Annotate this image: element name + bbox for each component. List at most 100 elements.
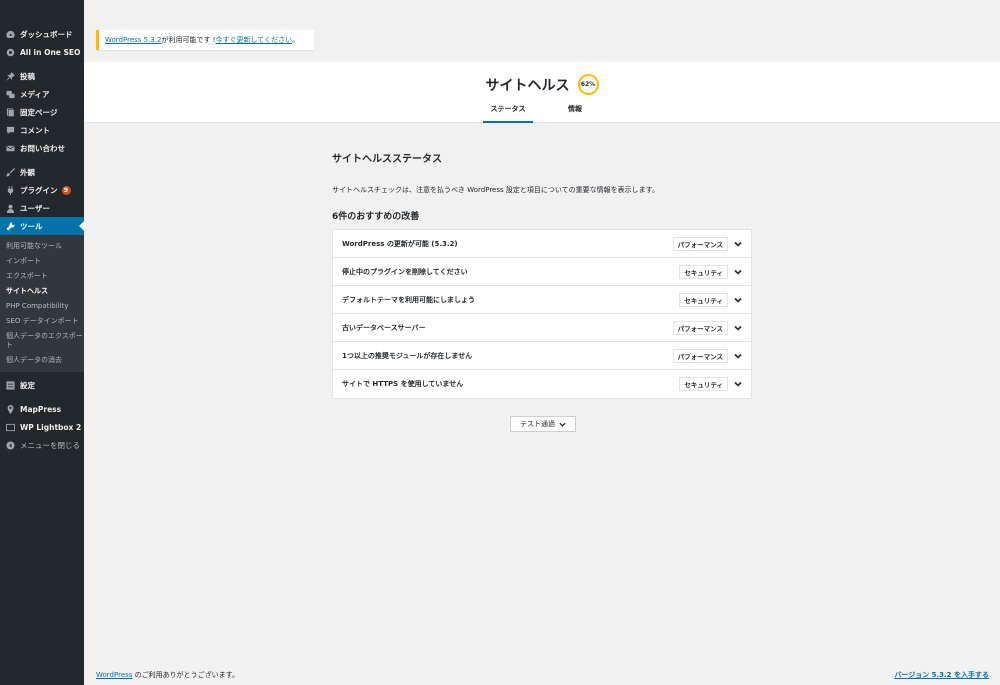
- chevron-down-icon[interactable]: [734, 352, 742, 360]
- menu-posts-label: 投稿: [20, 71, 35, 81]
- issue-category-badge: セキュリティ: [679, 377, 728, 391]
- issue-category-badge: パフォーマンス: [672, 320, 728, 335]
- brush-icon: [5, 167, 15, 177]
- map-pin-icon: [5, 404, 15, 414]
- submenu-export-personal-data[interactable]: 個人データのエクスポート: [0, 329, 84, 353]
- menu-users[interactable]: ユーザー: [0, 199, 84, 217]
- chevron-down-icon: [559, 422, 566, 427]
- menu-appearance[interactable]: 外観: [0, 163, 84, 181]
- footer-get-version-link[interactable]: バージョン 5.3.2 を入手する: [894, 671, 989, 679]
- comment-icon: [5, 125, 15, 135]
- mail-icon: [5, 143, 15, 153]
- update-now-link[interactable]: 今すぐ更新してください: [215, 35, 292, 45]
- submenu-site-health[interactable]: サイトヘルス: [0, 284, 84, 299]
- issue-label: 停止中のプラグインを削除してください: [342, 267, 468, 276]
- collapse-menu-button[interactable]: メニューを閉じる: [0, 436, 84, 454]
- menu-mappress-label: MapPress: [20, 404, 62, 414]
- recommended-improvements-heading: 6件のおすすめの改善: [332, 212, 420, 222]
- chevron-down-icon[interactable]: [734, 268, 742, 276]
- issue-category-badge: セキュリティ: [679, 264, 728, 279]
- menu-contact[interactable]: お問い合わせ: [0, 139, 84, 157]
- notice-end: 。: [292, 36, 300, 44]
- plugin-icon: [5, 185, 15, 195]
- issue-category-badge: パフォーマンス: [672, 348, 728, 363]
- menu-comments[interactable]: コメント: [0, 121, 84, 139]
- submenu-seo-data-import[interactable]: SEO データインポート: [0, 314, 84, 329]
- menu-posts[interactable]: 投稿: [0, 67, 84, 85]
- wrench-icon: [5, 221, 15, 231]
- user-icon: [5, 203, 15, 213]
- health-score-indicator: 62%: [577, 74, 599, 95]
- settings-icon: [5, 380, 15, 390]
- wordpress-version-link[interactable]: WordPress 5.3.2: [105, 36, 161, 44]
- menu-dashboard[interactable]: ダッシュボード: [0, 25, 84, 43]
- site-health-header: サイトヘルス 62% ステータス 情報: [84, 62, 1000, 123]
- health-score-value: 62%: [580, 81, 596, 88]
- submenu-erase-personal-data[interactable]: 個人データの消去: [0, 353, 84, 368]
- admin-sidebar: ダッシュボード All in One SEO 投稿 メディア 固定ページ コメン…: [0, 0, 84, 685]
- site-health-status-section: サイトヘルスステータス サイトヘルスチェックは、注意を払うべき WordPres…: [332, 150, 752, 399]
- submenu-available-tools[interactable]: 利用可能なツール: [0, 239, 84, 254]
- menu-comments-label: コメント: [20, 125, 50, 135]
- menu-aioseo[interactable]: All in One SEO: [0, 43, 84, 61]
- page-icon: [5, 107, 15, 117]
- section-title: サイトヘルスステータス: [332, 154, 442, 165]
- chevron-down-icon[interactable]: [734, 296, 742, 304]
- menu-users-label: ユーザー: [20, 203, 50, 213]
- dashboard-icon: [5, 29, 15, 39]
- collapse-menu-label: メニューを閉じる: [20, 440, 80, 450]
- menu-aioseo-label: All in One SEO: [20, 47, 81, 57]
- issue-item[interactable]: サイトで HTTPS を使用していません セキュリティ: [333, 370, 751, 398]
- chevron-down-icon[interactable]: [734, 380, 742, 388]
- plugin-update-count-badge: 9: [61, 185, 71, 195]
- issue-item[interactable]: デフォルトテーマを利用可能にしましょう セキュリティ: [333, 286, 751, 314]
- menu-mappress[interactable]: MapPress: [0, 400, 84, 418]
- issue-label: 古いデータベースサーバー: [342, 323, 426, 332]
- issue-item[interactable]: WordPress の更新が可能 (5.3.2) パフォーマンス: [333, 230, 751, 258]
- collapse-arrow-icon: [5, 440, 15, 450]
- menu-appearance-label: 外観: [20, 167, 35, 177]
- notice-text: が利用可能です !: [161, 36, 216, 44]
- menu-wp-lightbox[interactable]: WP Lightbox 2: [0, 418, 84, 436]
- section-description: サイトヘルスチェックは、注意を払うべき WordPress 設定と項目についての…: [332, 186, 659, 194]
- issue-item[interactable]: 1つ以上の推奨モジュールが存在しません パフォーマンス: [333, 342, 751, 370]
- issue-category-badge: セキュリティ: [679, 292, 728, 307]
- passed-tests-label: テスト通過: [520, 420, 555, 428]
- menu-plugins-label: プラグイン: [20, 185, 58, 195]
- chevron-down-icon[interactable]: [734, 324, 742, 332]
- menu-pages-label: 固定ページ: [20, 107, 58, 117]
- tools-submenu: 利用可能なツール インポート エクスポート サイトヘルス PHP Compati…: [0, 235, 84, 372]
- gear-icon: [5, 47, 15, 57]
- menu-contact-label: お問い合わせ: [20, 143, 65, 153]
- menu-wp-lightbox-label: WP Lightbox 2: [20, 422, 82, 432]
- chevron-down-icon[interactable]: [734, 240, 742, 248]
- issue-label: 1つ以上の推奨モジュールが存在しません: [342, 351, 473, 360]
- passed-tests-button[interactable]: テスト通過: [510, 416, 576, 432]
- menu-dashboard-label: ダッシュボード: [20, 29, 73, 39]
- issue-item[interactable]: 停止中のプラグインを削除してください セキュリティ: [333, 258, 751, 286]
- issue-label: サイトで HTTPS を使用していません: [342, 380, 464, 388]
- menu-media[interactable]: メディア: [0, 85, 84, 103]
- issues-list: WordPress の更新が可能 (5.3.2) パフォーマンス 停止中のプラグ…: [332, 229, 752, 399]
- menu-settings-label: 設定: [20, 380, 35, 390]
- menu-pages[interactable]: 固定ページ: [0, 103, 84, 121]
- submenu-import[interactable]: インポート: [0, 254, 84, 269]
- menu-plugins[interactable]: プラグイン 9: [0, 181, 84, 199]
- title-wrap: サイトヘルス 62%: [84, 74, 1000, 95]
- submenu-php-compatibility[interactable]: PHP Compatibility: [0, 299, 84, 314]
- menu-media-label: メディア: [20, 89, 50, 99]
- menu-tools[interactable]: ツール: [0, 217, 84, 235]
- issue-category-badge: パフォーマンス: [672, 236, 728, 251]
- media-icon: [5, 89, 15, 99]
- footer-thankyou: WordPress のご利用ありがとうございます。: [96, 670, 239, 680]
- menu-settings[interactable]: 設定: [0, 376, 84, 394]
- issue-label: WordPress の更新が可能 (5.3.2): [342, 239, 458, 248]
- submenu-export[interactable]: エクスポート: [0, 269, 84, 284]
- footer-wordpress-link[interactable]: WordPress: [96, 671, 132, 679]
- lightbox-icon: [5, 422, 15, 432]
- tab-status[interactable]: ステータス: [483, 104, 533, 123]
- issue-label: デフォルトテーマを利用可能にしましょう: [342, 295, 475, 304]
- issue-item[interactable]: 古いデータベースサーバー パフォーマンス: [333, 314, 751, 342]
- pin-icon: [5, 71, 15, 81]
- tab-info[interactable]: 情報: [550, 104, 600, 123]
